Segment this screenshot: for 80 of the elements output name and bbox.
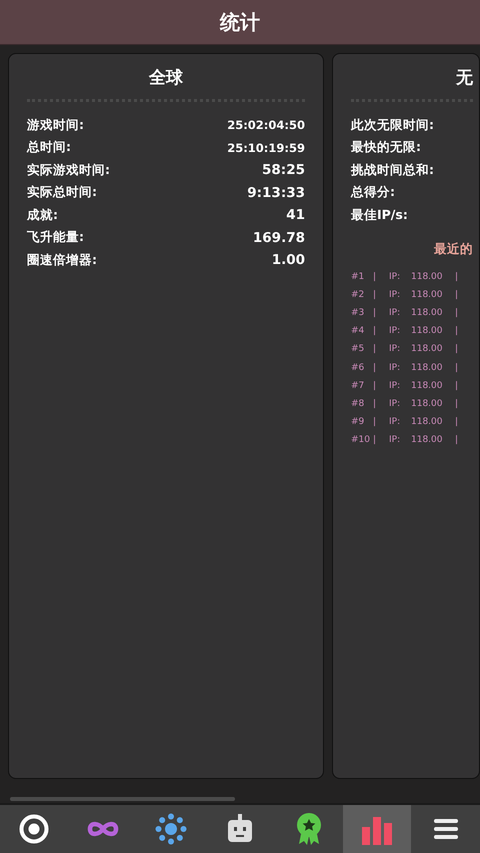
- ip-label: IP:: [389, 380, 402, 391]
- separator: |: [373, 326, 378, 336]
- stat-value: 25:10:19:59: [227, 140, 305, 155]
- section-title: 最近的: [433, 240, 473, 258]
- ip-value: 118.00: [411, 290, 444, 300]
- separator: |: [373, 308, 378, 318]
- run-rank: #10: [351, 435, 371, 446]
- separator: |: [455, 326, 460, 336]
- stat-label: 最佳IP/s:: [351, 206, 408, 224]
- ip-label: IP:: [389, 398, 402, 409]
- stat-value: 1.00: [272, 252, 305, 268]
- ip-label: IP:: [389, 326, 402, 336]
- run-rank: #7: [351, 380, 366, 391]
- ip-value: 118.00: [411, 326, 444, 336]
- ip-label: IP:: [389, 435, 402, 446]
- stat-label: 此次无限时间:: [351, 116, 434, 134]
- separator: |: [373, 435, 378, 446]
- ip-label: IP:: [389, 272, 402, 282]
- separator: |: [373, 344, 378, 354]
- ip-label: IP:: [389, 290, 402, 300]
- separator: |: [373, 398, 378, 409]
- stat-value: 169.78: [252, 230, 305, 246]
- separator: |: [455, 308, 460, 318]
- robot-icon: [226, 814, 254, 844]
- run-rank: #2: [351, 290, 366, 300]
- ip-value: 118.00: [411, 435, 444, 446]
- dots-icon: [155, 813, 188, 845]
- ip-value: 118.00: [411, 417, 444, 428]
- run-rank: #8: [351, 398, 366, 409]
- infinity-icon: [86, 819, 120, 839]
- separator: |: [455, 344, 460, 354]
- run-rank: #4: [351, 326, 366, 336]
- separator: |: [455, 362, 460, 373]
- ip-label: IP:: [389, 362, 402, 373]
- stat-label: 最快的无限:: [351, 139, 421, 156]
- separator: |: [455, 272, 460, 282]
- run-rank: #1: [351, 272, 366, 282]
- stat-label: 总时间:: [27, 139, 71, 156]
- ip-value: 118.00: [411, 308, 444, 318]
- run-rank: #5: [351, 344, 366, 354]
- page-title: 统计: [220, 8, 260, 36]
- stat-value: 25:02:04:50: [227, 118, 305, 132]
- menu-icon: [434, 817, 458, 841]
- ip-value: 118.00: [411, 380, 444, 391]
- ring-icon: [18, 813, 50, 845]
- card-title: 全球: [148, 67, 184, 90]
- stat-label: 实际游戏时间:: [27, 162, 110, 179]
- separator: |: [373, 417, 378, 428]
- ip-value: 118.00: [411, 362, 444, 373]
- stat-label: 飞升能量:: [27, 229, 84, 246]
- separator: |: [373, 290, 378, 300]
- run-rank: #9: [351, 417, 366, 428]
- stat-label: 圈速倍增器:: [27, 252, 97, 269]
- stat-value: 9:13:33: [247, 184, 305, 201]
- stat-value: 41: [286, 207, 305, 224]
- stat-label: 成就:: [27, 206, 58, 224]
- stat-label: 实际总时间:: [27, 184, 97, 202]
- run-rank: #6: [351, 362, 366, 373]
- separator: |: [455, 417, 460, 428]
- separator: |: [455, 290, 460, 300]
- scrollbar[interactable]: [10, 797, 235, 801]
- stat-value: 58:25: [262, 162, 305, 178]
- ip-label: IP:: [389, 308, 402, 318]
- medal-icon: [294, 812, 323, 846]
- run-rank: #3: [351, 308, 366, 318]
- card-title: 无: [454, 67, 473, 90]
- separator: |: [373, 362, 378, 373]
- stat-label: 总得分:: [351, 184, 395, 202]
- ip-value: 118.00: [411, 272, 444, 282]
- separator: |: [455, 398, 460, 409]
- separator: |: [455, 435, 460, 446]
- ip-label: IP:: [389, 417, 402, 428]
- ip-value: 118.00: [411, 344, 444, 354]
- separator: |: [373, 380, 378, 391]
- separator: |: [455, 380, 460, 391]
- ip-value: 118.00: [411, 398, 444, 409]
- ip-label: IP:: [389, 344, 402, 354]
- stat-label: 挑战时间总和:: [351, 162, 434, 179]
- separator: |: [373, 272, 378, 282]
- stat-label: 游戏时间:: [27, 116, 84, 134]
